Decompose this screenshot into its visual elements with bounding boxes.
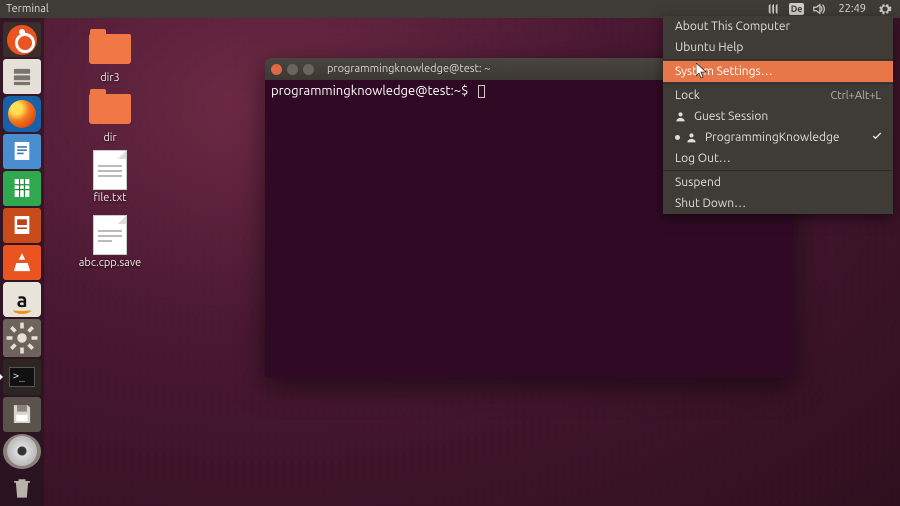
menu-logout[interactable]: Log Out… [663, 148, 893, 169]
firefox-icon [8, 100, 36, 128]
settings-icon [3, 319, 41, 357]
menu-item-label: Guest Session [694, 110, 768, 123]
keyboard-layout-indicator[interactable]: De [789, 3, 805, 15]
menu-lock[interactable]: Lock Ctrl+Alt+L [663, 85, 893, 106]
trash-icon [8, 474, 36, 502]
folder-icon [89, 94, 131, 124]
launcher-dash[interactable] [3, 22, 41, 57]
impress-icon [9, 212, 35, 238]
menu-ubuntu-help[interactable]: Ubuntu Help [663, 37, 893, 58]
menu-separator [663, 59, 893, 60]
menu-current-user[interactable]: ProgrammingKnowledge [663, 127, 893, 148]
terminal-icon: >_ [9, 367, 35, 387]
launcher-removable-disk[interactable] [3, 397, 41, 432]
desktop-file-txt[interactable]: file.txt [70, 150, 150, 204]
system-menu: About This Computer Ubuntu Help System S… [663, 16, 893, 214]
menu-suspend[interactable]: Suspend [663, 172, 893, 193]
window-minimize-button[interactable] [287, 64, 298, 75]
menu-item-label: Suspend [675, 176, 721, 189]
writer-icon [9, 138, 35, 164]
menu-separator [663, 83, 893, 84]
file-icon [93, 215, 127, 255]
menu-shutdown[interactable]: Shut Down… [663, 193, 893, 214]
launcher-software-center[interactable] [3, 245, 41, 280]
launcher-writer[interactable] [3, 134, 41, 169]
amazon-icon: a [17, 288, 28, 311]
launcher-trash[interactable] [3, 471, 41, 506]
launcher-dvd[interactable] [3, 434, 41, 469]
launcher: a >_ [0, 18, 44, 506]
clock[interactable]: 22:49 [834, 3, 870, 15]
person-icon [686, 132, 697, 143]
calc-icon [9, 175, 35, 201]
launcher-impress[interactable] [3, 208, 41, 243]
active-app-title: Terminal [6, 3, 49, 15]
desktop-folder-dir[interactable]: dir [70, 88, 150, 144]
desktop-icon-label: dir3 [70, 72, 150, 84]
menu-item-label: ProgrammingKnowledge [705, 131, 840, 144]
terminal-cursor [478, 85, 485, 98]
file-icon [93, 150, 127, 190]
person-icon [675, 111, 686, 122]
bullet-icon [675, 135, 680, 140]
menu-about-computer[interactable]: About This Computer [663, 16, 893, 37]
dvd-icon [7, 436, 37, 466]
menu-item-label: About This Computer [675, 20, 790, 33]
terminal-title: programmingknowledge@test: ~ [327, 63, 490, 75]
menu-item-label: Log Out… [675, 152, 731, 165]
launcher-system-settings[interactable] [3, 319, 41, 357]
desktop-file-cpp[interactable]: abc.cpp.save [70, 215, 150, 269]
software-center-icon [9, 250, 35, 276]
menu-shortcut: Ctrl+Alt+L [831, 90, 881, 102]
ubuntu-logo-icon [7, 25, 37, 55]
terminal-prompt: programmingknowledge@test:~$ [271, 84, 468, 98]
folder-icon [89, 34, 131, 64]
window-close-button[interactable] [271, 64, 282, 75]
menu-guest-session[interactable]: Guest Session [663, 106, 893, 127]
launcher-terminal[interactable]: >_ [3, 359, 41, 394]
desktop-folder-dir3[interactable]: dir3 [70, 28, 150, 84]
menu-item-label: Lock [675, 89, 700, 102]
menu-system-settings[interactable]: System Settings… [663, 61, 893, 82]
desktop-icon-label: file.txt [70, 192, 150, 204]
menu-item-label: System Settings… [675, 65, 773, 78]
checkmark-icon [871, 130, 883, 145]
desktop-icon-label: abc.cpp.save [70, 257, 150, 269]
menu-separator [663, 170, 893, 171]
window-maximize-button[interactable] [303, 64, 314, 75]
launcher-calc[interactable] [3, 171, 41, 206]
menu-item-label: Shut Down… [675, 197, 746, 210]
desktop-icon-label: dir [70, 132, 150, 144]
disk-icon [9, 401, 35, 427]
launcher-firefox[interactable] [3, 96, 41, 131]
launcher-files[interactable] [3, 59, 41, 94]
files-icon [9, 64, 35, 90]
menu-item-label: Ubuntu Help [675, 41, 743, 54]
launcher-amazon[interactable]: a [3, 282, 41, 317]
